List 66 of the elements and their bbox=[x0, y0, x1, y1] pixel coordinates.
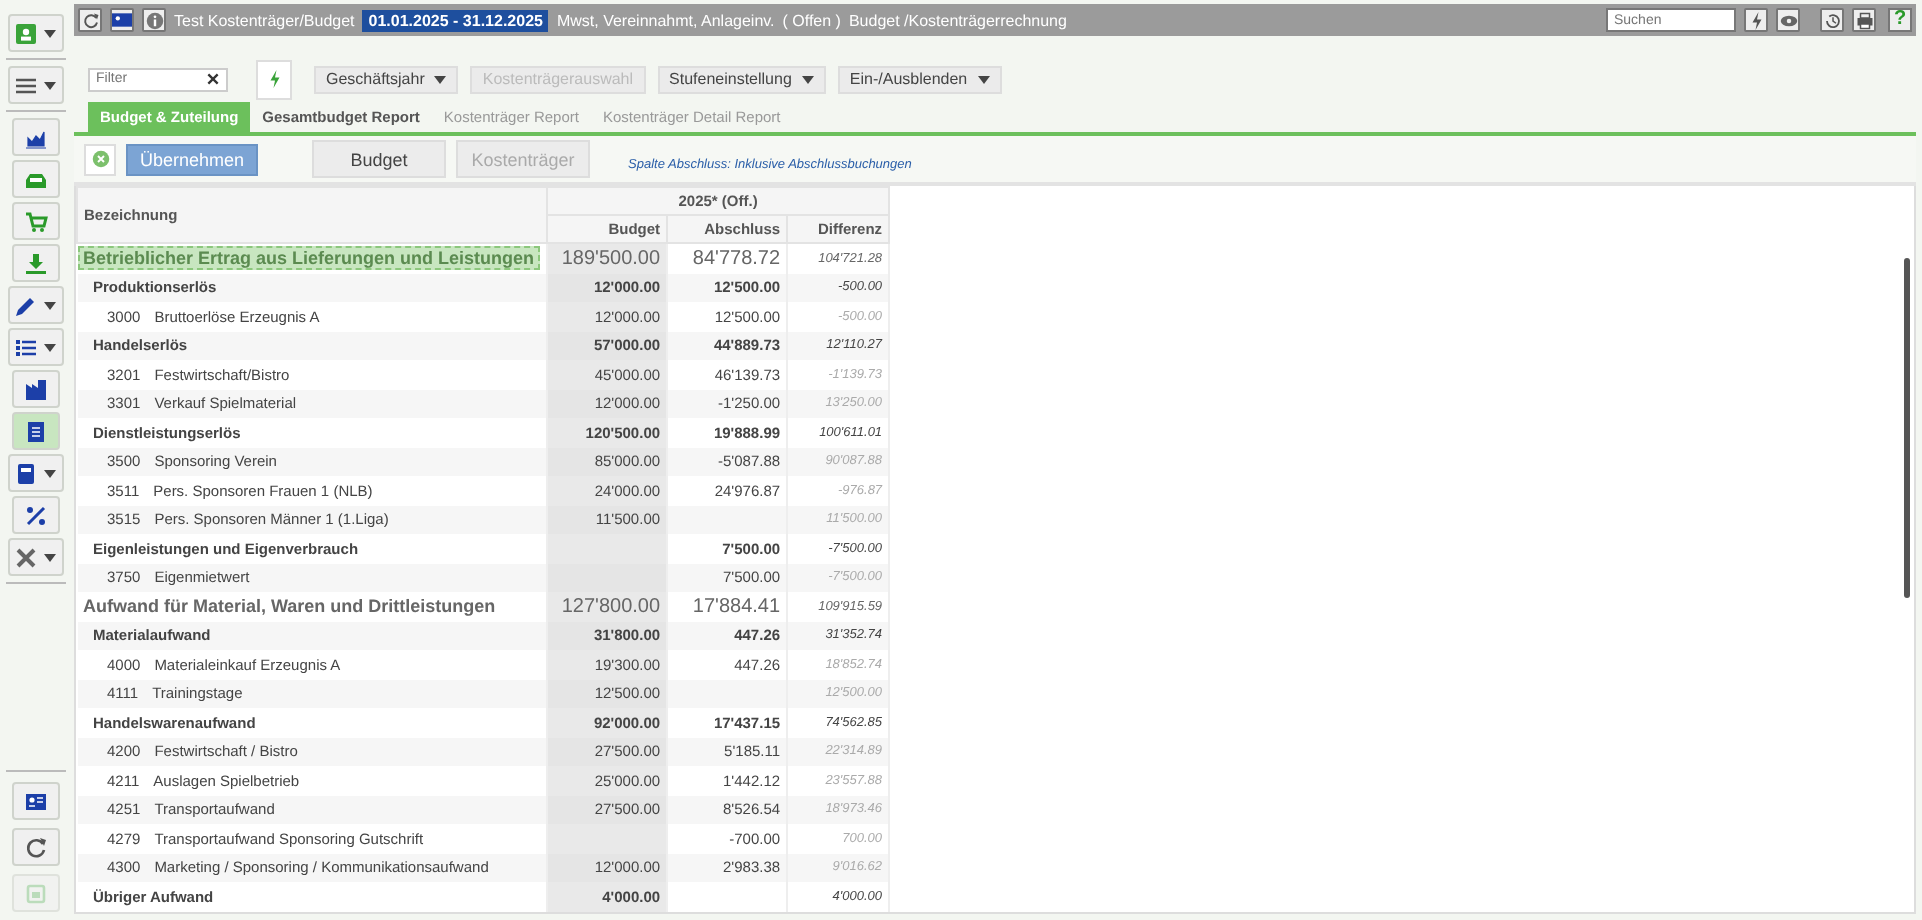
factory-icon bbox=[23, 377, 47, 401]
sidebar-button[interactable] bbox=[11, 496, 59, 534]
table-cell: 127'800.00 bbox=[561, 595, 661, 618]
bolt-icon bbox=[1747, 11, 1765, 29]
dropdown-button[interactable]: Geschäftsjahr bbox=[314, 65, 459, 93]
caret-icon bbox=[44, 553, 56, 561]
window-title: Test Kostenträger/Budget bbox=[174, 11, 355, 29]
eye-button[interactable] bbox=[1776, 8, 1800, 32]
sidebar-button[interactable] bbox=[11, 412, 59, 450]
sidebar-button[interactable] bbox=[11, 370, 59, 408]
dropdown-button[interactable]: Ein-/Ausblenden bbox=[837, 65, 1002, 93]
refresh-button[interactable] bbox=[78, 8, 102, 32]
history-icon bbox=[1823, 11, 1841, 29]
cancel-icon bbox=[91, 150, 109, 168]
status-label: ( Offen ) bbox=[782, 11, 841, 29]
history-button[interactable] bbox=[1820, 8, 1844, 32]
dropdown-button[interactable]: Stufeneinstellung bbox=[657, 65, 826, 93]
caret-icon bbox=[44, 469, 56, 477]
table-cell: 17'884.41 bbox=[692, 595, 781, 618]
caret-icon bbox=[801, 75, 814, 83]
caret-icon bbox=[434, 75, 447, 83]
menu-icon bbox=[14, 73, 38, 97]
sidebar-button[interactable] bbox=[7, 286, 63, 324]
caret-icon bbox=[44, 301, 56, 309]
list-icon bbox=[14, 335, 38, 359]
info-icon bbox=[145, 11, 163, 29]
caret-icon bbox=[977, 75, 990, 83]
eye-icon bbox=[1779, 11, 1797, 29]
sidebar-button[interactable] bbox=[7, 14, 63, 52]
caret-icon bbox=[44, 81, 56, 89]
caret-icon bbox=[44, 343, 56, 351]
download-icon bbox=[23, 251, 47, 275]
ledger-icon bbox=[23, 419, 47, 443]
view-button[interactable]: Budget bbox=[312, 140, 446, 178]
sidebar-button[interactable] bbox=[7, 454, 63, 492]
id-card-icon bbox=[23, 789, 47, 813]
caret-icon bbox=[44, 29, 56, 37]
book-icon bbox=[14, 461, 38, 485]
module-label: Budget /Kostenträgerrechnung bbox=[848, 11, 1067, 29]
print-button[interactable] bbox=[1852, 8, 1876, 32]
save-icon bbox=[23, 881, 47, 905]
percent-icon bbox=[23, 503, 47, 527]
sidebar-button[interactable] bbox=[7, 328, 63, 366]
id-card-button[interactable] bbox=[110, 8, 134, 32]
scrollbar[interactable] bbox=[1904, 258, 1910, 598]
bolt-icon bbox=[265, 68, 283, 90]
id-card-icon bbox=[112, 10, 132, 30]
print-icon bbox=[1855, 11, 1873, 29]
table-cell: 84'778.72 bbox=[692, 247, 781, 270]
table-cell: 189'500.00 bbox=[561, 247, 661, 270]
sidebar-button[interactable] bbox=[7, 66, 63, 104]
pencil-icon bbox=[14, 293, 38, 317]
sidebar-button[interactable] bbox=[11, 828, 59, 866]
period-label: 01.01.2025 - 31.12.2025 bbox=[362, 9, 549, 31]
sidebar-button[interactable] bbox=[7, 538, 63, 576]
row-label[interactable]: Aufwand für Material, Waren und Drittleistungen bbox=[83, 596, 496, 617]
id-card-icon bbox=[14, 21, 38, 45]
cart-icon bbox=[23, 209, 47, 233]
sidebar-button[interactable] bbox=[11, 782, 59, 820]
info-button[interactable] bbox=[142, 8, 166, 32]
options-label: Mwst, Vereinnahmt, Anlageinv. bbox=[556, 11, 775, 29]
bolt-button[interactable] bbox=[1744, 8, 1768, 32]
refresh-icon bbox=[23, 835, 47, 859]
sidebar-button[interactable] bbox=[11, 118, 59, 156]
sidebar-button[interactable] bbox=[11, 160, 59, 198]
refresh-icon bbox=[81, 11, 99, 29]
